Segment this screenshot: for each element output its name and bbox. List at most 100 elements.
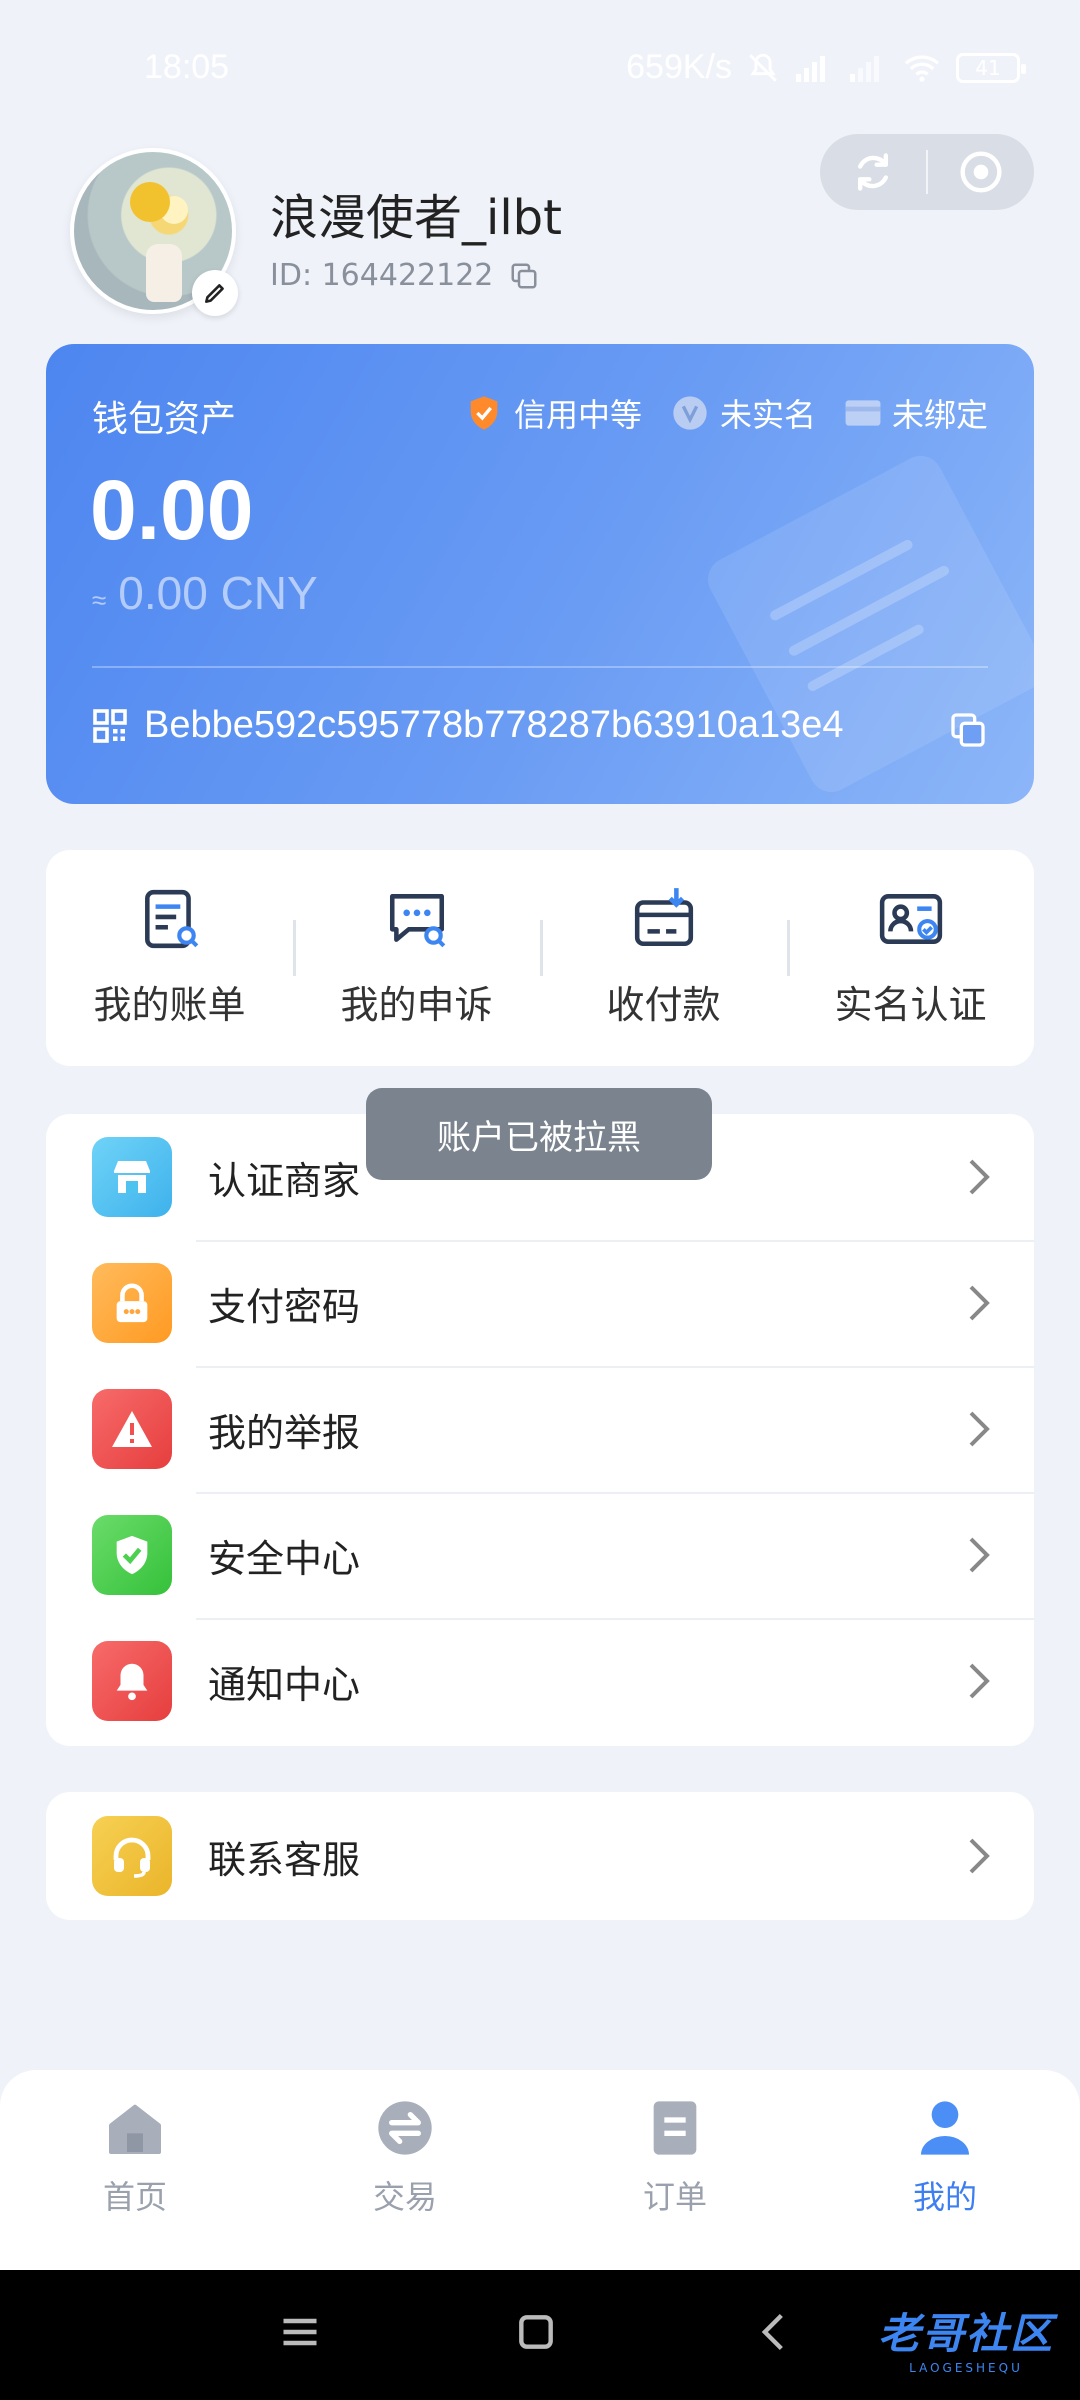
wallet-card[interactable]: 钱包资产 信用中等 未实名 未绑定 0.00 ≈0.00 CNY Bebbe59… [46,344,1034,804]
bottom-tab-bar: 首页 交易 订单 我的 [0,2070,1080,2270]
wifi-icon [904,55,940,82]
system-nav-bar: 老哥社区 LAOGESHEQU [0,2270,1080,2400]
quick-actions: 我的账单 我的申诉 收付款 实名认证 [46,850,1034,1066]
realname-badge-label: 未实名 [719,396,816,434]
menu-item-contact-support[interactable]: 联系客服 [46,1792,1034,1920]
settings-list: 认证商家 支付密码 我的举报 安全中心 通知中心 [46,1114,1034,1746]
chevron-right-icon [969,1411,990,1447]
tab-mine[interactable]: 我的 [810,2070,1080,2270]
quick-action-bill[interactable]: 我的账单 [46,850,293,1066]
wallet-cny-amount: 0.00 CNY [118,567,318,619]
net-speed: 659K/s [626,48,732,86]
credit-badge[interactable]: 信用中等 [464,390,642,436]
wallet-title: 钱包资产 [92,399,237,440]
refresh-icon [857,153,889,191]
battery-icon: 41 [956,52,1026,83]
home-nav-button[interactable] [514,2310,558,2358]
chevron-right-icon [969,1159,990,1195]
edit-avatar-button[interactable] [192,270,238,316]
tab-trade[interactable]: 交易 [270,2070,540,2270]
home-icon [109,2104,161,2154]
realname-badge[interactable]: 未实名 [670,390,816,436]
exchange-icon [378,2101,432,2155]
credit-shield-icon [470,396,498,430]
status-bar: 18:05 659K/s 41 [0,0,1080,140]
menu-item-label: 支付密码 [208,1284,361,1329]
username: 浪漫使者_ilbt [270,190,562,246]
quick-action-label: 实名认证 [834,983,987,1027]
wallet-amount: 0.00 [90,463,254,557]
payment-icon [634,888,693,947]
bind-badge[interactable]: 未绑定 [844,390,988,436]
tab-label: 首页 [102,2178,167,2216]
tab-label: 我的 [912,2178,977,2216]
id-verify-icon [879,894,942,944]
card-icon [845,400,881,426]
close-miniapp-button[interactable] [928,134,1034,210]
warning-icon [92,1389,172,1469]
menu-item-label: 我的举报 [208,1410,361,1455]
status-time: 18:05 [144,48,230,86]
target-icon [960,151,1002,193]
bell-icon [92,1641,172,1721]
bill-icon [144,889,198,949]
service-list: 联系客服 [46,1792,1034,1920]
menu-item-notifications[interactable]: 通知中心 [46,1618,1034,1744]
signal2-icon [850,55,879,82]
wallet-address-text: Bebbe592c595778b778287b63910a13e4 [144,704,844,746]
watermark-logo: 老哥社区 LAOGESHEQU [878,2300,1054,2375]
toast-message: 账户已被拉黑 [366,1088,712,1180]
user-id: ID: 164422122 [270,258,539,293]
chevron-right-icon [969,1285,990,1321]
pencil-icon [205,284,224,303]
signal-icon [796,55,825,82]
wallet-badges: 信用中等 未实名 未绑定 [464,390,988,436]
copy-icon [951,713,985,747]
menu-nav-button[interactable] [278,2310,322,2358]
order-icon [653,2101,697,2155]
quick-action-label: 收付款 [606,983,721,1027]
menu-item-label: 通知中心 [208,1662,361,1707]
quick-action-label: 我的账单 [93,983,246,1027]
tab-orders[interactable]: 订单 [540,2070,810,2270]
menu-item-security[interactable]: 安全中心 [46,1492,1034,1618]
wallet-address[interactable]: Bebbe592c595778b778287b63910a13e4 [92,704,844,747]
user-id-text: ID: 164422122 [270,258,494,293]
watermark-main: 老哥社区 [877,2309,1054,2358]
headset-icon [92,1816,172,1896]
refresh-button[interactable] [820,134,926,210]
store-icon [92,1137,172,1217]
lock-icon [92,1263,172,1343]
chevron-right-icon [969,1537,990,1573]
chevron-right-icon [969,1838,990,1874]
tab-label: 订单 [642,2178,707,2216]
copy-address-button[interactable] [948,710,988,754]
quick-action-id-verify[interactable]: 实名认证 [787,850,1034,1066]
top-action-pill [820,134,1034,210]
back-nav-button[interactable] [752,2310,796,2358]
appeal-icon [389,894,445,948]
menu-item-report[interactable]: 我的举报 [46,1366,1034,1492]
wallet-divider [92,666,988,668]
approx-symbol: ≈ [92,585,107,615]
credit-badge-label: 信用中等 [513,396,642,434]
tab-home[interactable]: 首页 [0,2070,270,2270]
menu-item-label: 安全中心 [208,1536,361,1581]
menu-item-pay-password[interactable]: 支付密码 [46,1240,1034,1366]
quick-action-payment[interactable]: 收付款 [540,850,787,1066]
shield-icon [92,1515,172,1595]
tab-label: 交易 [372,2178,437,2216]
quick-action-label: 我的申诉 [340,983,493,1027]
watermark-sub: LAOGESHEQU [909,2361,1023,2375]
bind-badge-label: 未绑定 [891,396,988,434]
verified-v-icon [673,396,707,430]
menu-icon [283,2318,317,2346]
copy-id-icon[interactable] [509,261,539,291]
quick-action-appeal[interactable]: 我的申诉 [293,850,540,1066]
qr-code-icon [93,708,127,743]
wallet-cny: ≈0.00 CNY [92,566,318,620]
chevron-right-icon [969,1663,990,1699]
mute-icon [749,53,777,82]
square-icon [519,2315,553,2349]
back-icon [761,2313,783,2351]
